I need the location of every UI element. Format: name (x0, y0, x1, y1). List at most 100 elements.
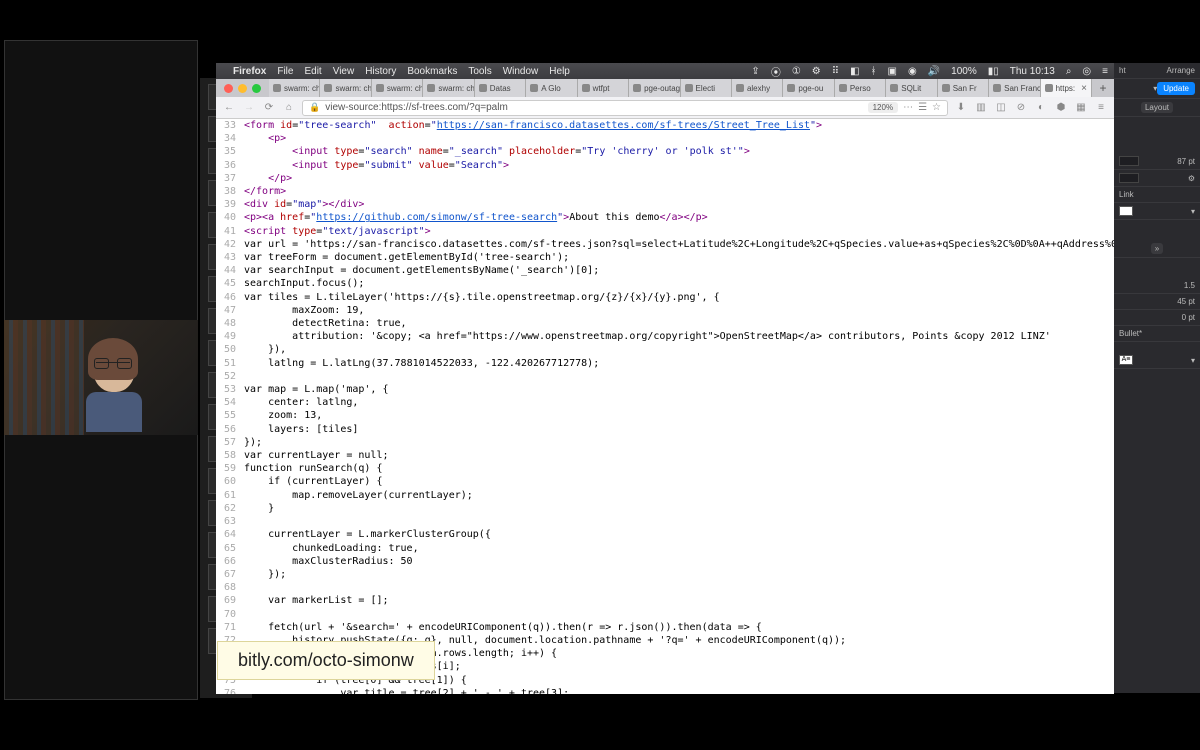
volume-icon[interactable]: 🔊 (928, 66, 940, 77)
menu-edit[interactable]: Edit (304, 66, 321, 77)
value-input[interactable] (1119, 156, 1139, 166)
menu-icon[interactable]: ≡ (1094, 102, 1108, 113)
address-bar[interactable]: 🔒 view-source:https://sf-trees.com/?q=pa… (302, 100, 948, 116)
siri-icon[interactable]: ◎ (1082, 66, 1091, 77)
lock-icon: 🔒 (309, 102, 320, 113)
bookmark-star-icon[interactable]: ☆ (932, 102, 941, 113)
inspector-panel: htArrange ▾Update Layout 87 pt ⚙ Link ▾ … (1114, 63, 1200, 693)
tab-title: San Fr (953, 84, 977, 93)
text-style-swatch[interactable]: A≡ (1119, 355, 1133, 365)
favicon (787, 84, 795, 92)
bluetooth-icon[interactable]: ᚼ (871, 66, 877, 77)
update-button[interactable]: Update (1157, 82, 1195, 95)
browser-tab[interactable]: Datas (475, 79, 526, 97)
value-input[interactable] (1119, 173, 1139, 183)
status-icon[interactable]: ⚙ (812, 66, 821, 77)
account-icon[interactable]: ◐ (1034, 102, 1048, 113)
notification-center-icon[interactable]: ≡ (1102, 66, 1108, 77)
browser-toolbar: ← → ⟳ ⌂ 🔒 view-source:https://sf-trees.c… (216, 97, 1114, 119)
forward-button[interactable]: → (242, 102, 256, 113)
maximize-window[interactable] (252, 84, 261, 93)
value-label: 1.5 (1184, 281, 1195, 290)
sidebar-icon[interactable]: ◫ (994, 102, 1008, 113)
macos-menubar: Firefox File Edit View History Bookmarks… (216, 63, 1114, 79)
page-actions[interactable]: ⋯ (903, 102, 913, 113)
close-tab-icon[interactable]: × (1081, 83, 1087, 94)
extension-icon[interactable]: ⬢ (1054, 102, 1068, 113)
chevron-down-icon[interactable]: ▾ (1191, 207, 1195, 216)
home-button[interactable]: ⌂ (282, 102, 296, 113)
back-button[interactable]: ← (222, 102, 236, 113)
color-swatch[interactable] (1119, 206, 1133, 216)
presenter-avatar (84, 342, 144, 432)
favicon (839, 84, 847, 92)
status-icon[interactable]: ▣ (888, 66, 897, 77)
browser-tab[interactable]: pge-ou (783, 79, 834, 97)
browser-tab[interactable]: swarm: ch (423, 79, 474, 97)
layout-button[interactable]: Layout (1141, 102, 1173, 113)
reader-mode-icon[interactable]: ☰ (918, 102, 927, 113)
zoom-level[interactable]: 120% (868, 102, 898, 113)
browser-tab[interactable]: swarm: ch (320, 79, 371, 97)
menu-bookmarks[interactable]: Bookmarks (407, 66, 457, 77)
wifi-icon[interactable]: ◉ (908, 66, 917, 77)
battery-icon: ▮▯ (988, 66, 999, 77)
status-icon[interactable]: ◧ (850, 66, 859, 77)
browser-tab[interactable]: Perso (835, 79, 886, 97)
browser-tab[interactable]: Electi (681, 79, 732, 97)
spotlight-icon[interactable]: ⌕ (1066, 66, 1072, 77)
favicon (427, 84, 435, 92)
source-code[interactable]: 33<form id="tree-search" action="https:/… (216, 119, 1114, 694)
pocket-icon[interactable]: ⊘ (1014, 102, 1028, 113)
status-icon[interactable]: ⦿ (771, 64, 781, 79)
menu-history[interactable]: History (365, 66, 396, 77)
browser-tab[interactable]: alexhy (732, 79, 783, 97)
browser-tab[interactable]: https: × (1041, 79, 1092, 97)
menu-tools[interactable]: Tools (468, 66, 491, 77)
value-label: 87 pt (1177, 157, 1195, 166)
battery-percent: 100% (951, 66, 977, 77)
menu-help[interactable]: Help (549, 66, 570, 77)
tab-title: Datas (490, 84, 511, 93)
browser-tab[interactable]: swarm: ch (269, 79, 320, 97)
status-icon[interactable]: ⠿ (832, 66, 839, 77)
browser-tab[interactable]: wtfpt (578, 79, 629, 97)
downloads-icon[interactable]: ⬇ (954, 102, 968, 113)
gear-icon[interactable]: ⚙ (1188, 174, 1195, 183)
webcam-feed (4, 320, 198, 435)
tab-title: swarm: ch (438, 84, 474, 93)
browser-tab[interactable]: SQLit (886, 79, 937, 97)
dropbox-icon[interactable]: ⇪ (751, 66, 759, 77)
favicon (633, 84, 641, 92)
browser-tab[interactable]: swarm: ch (372, 79, 423, 97)
inspector-tab[interactable]: ht (1119, 66, 1126, 75)
tab-title: wtfpt (593, 84, 610, 93)
reload-button[interactable]: ⟳ (262, 102, 276, 113)
tab-title: alexhy (747, 84, 770, 93)
tab-title: pge-outag (644, 84, 680, 93)
new-tab-button[interactable]: + (1092, 79, 1114, 97)
browser-tab[interactable]: pge-outag (629, 79, 680, 97)
browser-tab[interactable]: San Fr (938, 79, 989, 97)
menu-view[interactable]: View (333, 66, 355, 77)
chevron-down-icon[interactable]: ▾ (1191, 356, 1195, 365)
extension-icon[interactable]: ▦ (1074, 102, 1088, 113)
menu-window[interactable]: Window (503, 66, 539, 77)
browser-tab[interactable]: San Franci (989, 79, 1040, 97)
app-name[interactable]: Firefox (233, 66, 266, 77)
status-icon[interactable]: ① (792, 66, 801, 77)
page-content-view-source[interactable]: 33<form id="tree-search" action="https:/… (216, 119, 1114, 694)
indent-button[interactable]: » (1151, 243, 1163, 254)
close-window[interactable] (224, 84, 233, 93)
favicon (479, 84, 487, 92)
clock[interactable]: Thu 10:13 (1010, 66, 1055, 77)
inspector-tab[interactable]: Arrange (1167, 66, 1195, 75)
tab-title: https: (1056, 84, 1076, 93)
library-icon[interactable]: ▥ (974, 102, 988, 113)
menu-file[interactable]: File (277, 66, 293, 77)
favicon (530, 84, 538, 92)
browser-tabstrip: swarm: chswarm: chswarm: chswarm: chData… (216, 79, 1114, 97)
favicon (324, 84, 332, 92)
minimize-window[interactable] (238, 84, 247, 93)
browser-tab[interactable]: A Glo (526, 79, 577, 97)
